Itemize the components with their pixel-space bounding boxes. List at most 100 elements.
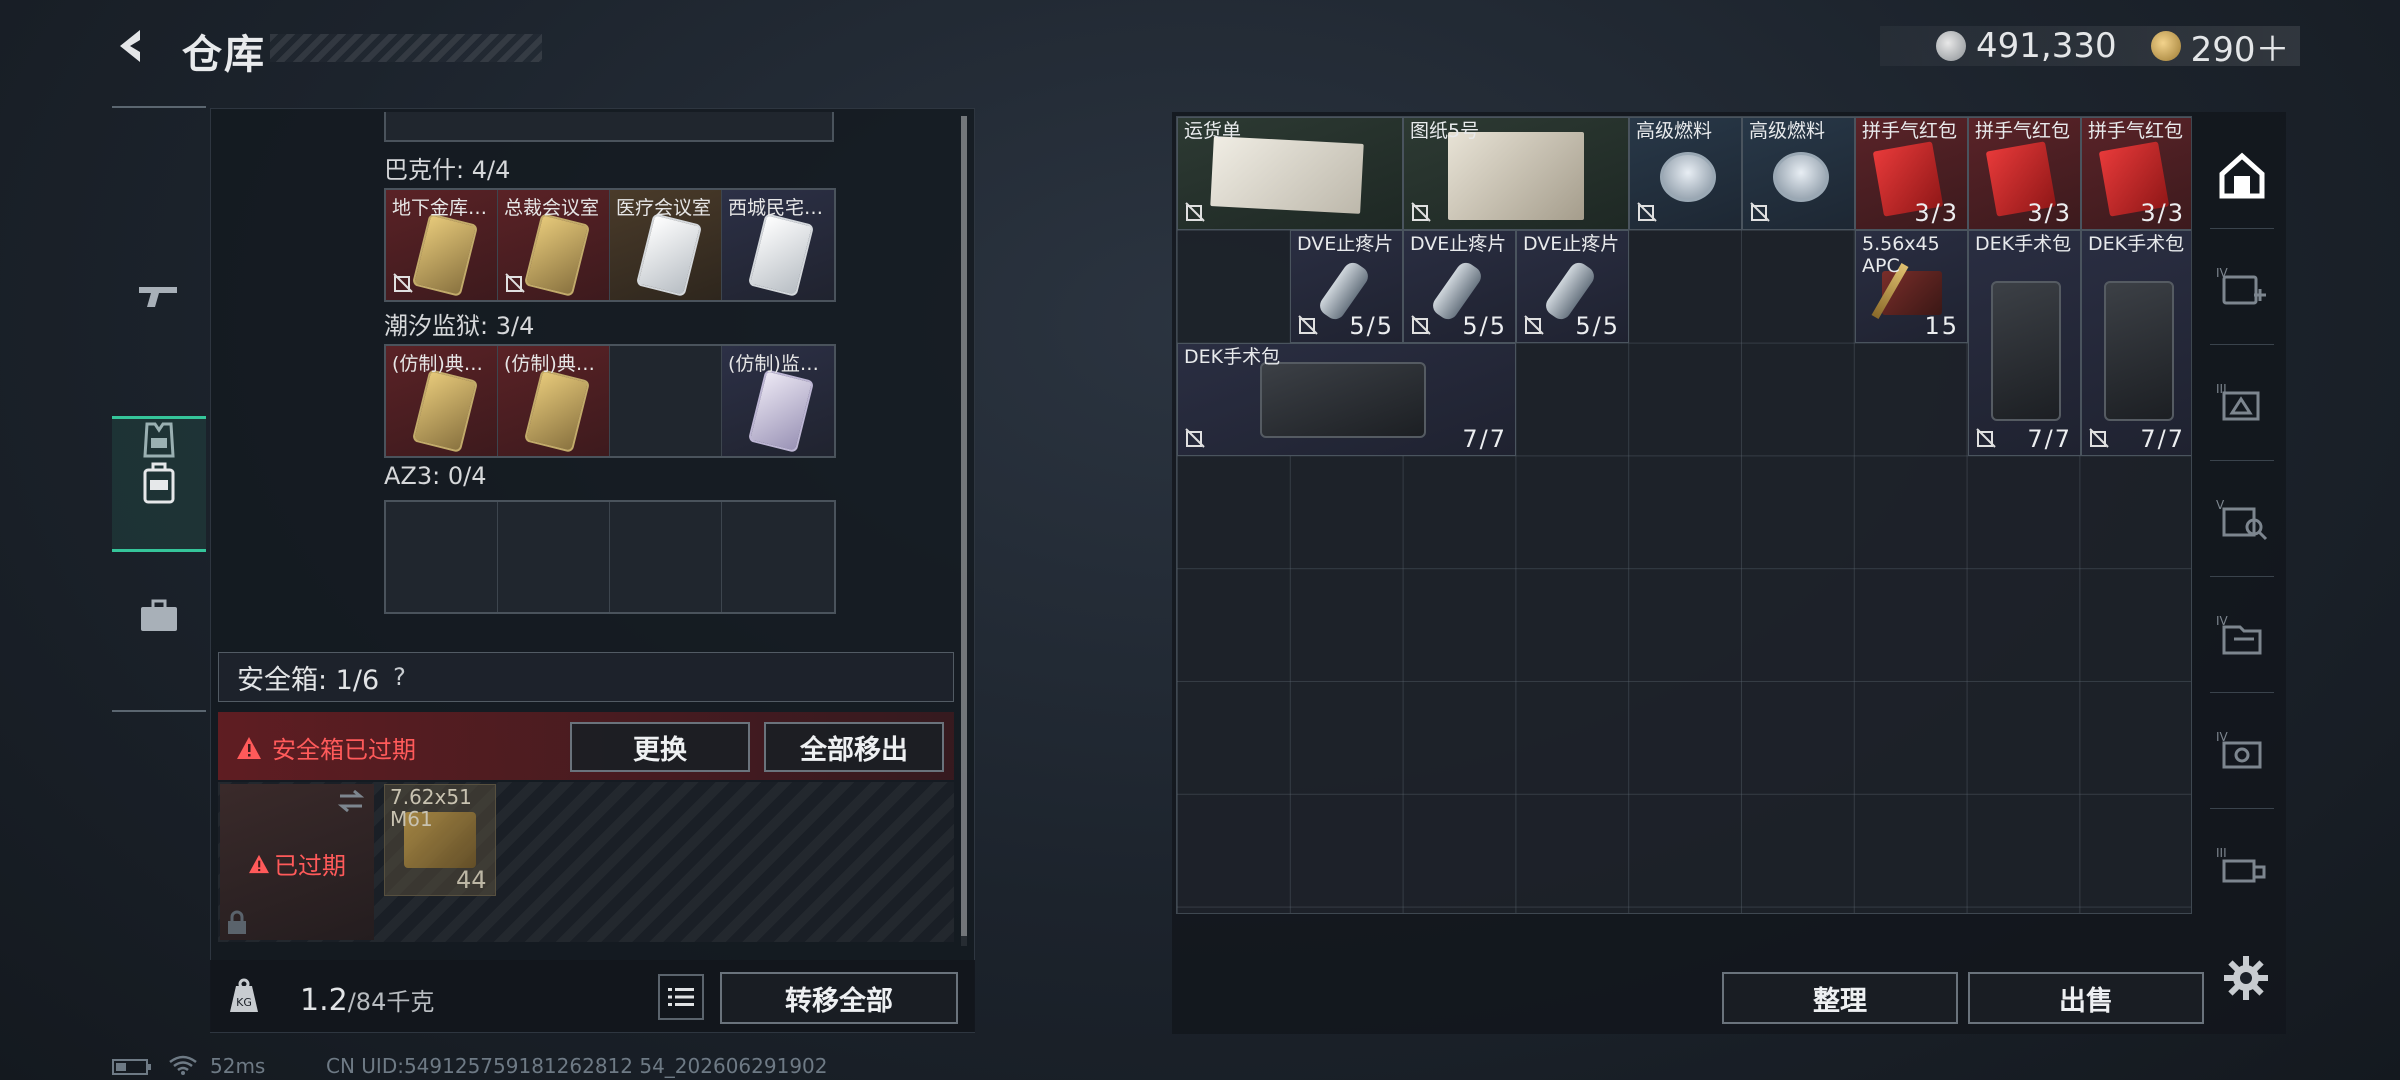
tab-divider xyxy=(2210,460,2274,461)
stash-item-painkiller[interactable]: DVE止疼片 5/5 xyxy=(1290,230,1403,343)
replace-button[interactable]: 更换 xyxy=(570,722,750,772)
stash-item-fuel[interactable]: 高级燃料 xyxy=(1742,117,1855,230)
stash-item-waybill[interactable]: 运货单 xyxy=(1177,117,1403,230)
tab-medical[interactable]: IV xyxy=(2200,238,2284,338)
scrollbar-thumb[interactable] xyxy=(961,116,967,936)
keycard-row-az3 xyxy=(384,500,836,614)
gear-icon[interactable] xyxy=(2222,954,2270,1002)
keycard-image xyxy=(747,369,815,453)
uid-readout: CN UID:549125759181262812 54_20260629190… xyxy=(326,1054,828,1078)
tab-tools[interactable]: V xyxy=(2200,470,2284,570)
stash-item-ammo[interactable]: 5.56x45 APC 15 xyxy=(1855,230,1968,343)
warning-icon xyxy=(249,854,269,873)
tier-iv-documents-icon: IV xyxy=(2216,614,2262,655)
tier-iii-electronics-icon: III xyxy=(2216,382,2260,421)
help-icon[interactable]: ? xyxy=(393,663,406,691)
keycard-slot[interactable]: 医疗会议室 xyxy=(610,190,722,300)
blueprint-image xyxy=(1448,132,1584,220)
keycard-slot[interactable]: (仿制)监… xyxy=(722,346,834,456)
tab-equipment[interactable]: IV xyxy=(2200,702,2284,802)
svg-text:KG: KG xyxy=(236,996,252,1009)
back-button[interactable] xyxy=(108,22,156,70)
stash-item-surgery-kit[interactable]: DEK手术包 7/7 xyxy=(1968,230,2081,456)
tab-cases[interactable] xyxy=(112,568,206,664)
fuel-can-image xyxy=(1660,152,1716,202)
tier-iii-materials-icon: III xyxy=(2216,846,2266,883)
warning-icon xyxy=(237,736,261,759)
arrow-left-icon xyxy=(120,30,140,62)
title-decoration xyxy=(270,34,542,62)
keycard-slot-empty[interactable] xyxy=(722,502,834,612)
keycard-slot[interactable]: (仿制)典… xyxy=(386,346,498,456)
weight-value: 1.2/84千克 xyxy=(300,983,435,1018)
stash-item-hongbao[interactable]: 拼手气红包 3/3 xyxy=(2081,117,2191,230)
tab-electronics[interactable]: III xyxy=(2200,354,2284,454)
battery-icon xyxy=(112,1059,151,1075)
keycard-image xyxy=(635,213,703,297)
gold-amount[interactable]: 290＋ xyxy=(2191,22,2290,71)
keycard-slot[interactable]: 地下金库… xyxy=(386,190,498,300)
stash-item-painkiller[interactable]: DVE止疼片 5/5 xyxy=(1516,230,1629,343)
keycard-image xyxy=(411,369,479,453)
keycard-slot[interactable]: 西城民宅… xyxy=(722,190,834,300)
swap-icon[interactable] xyxy=(336,790,366,812)
svg-text:III: III xyxy=(2216,846,2227,860)
tab-divider xyxy=(2210,808,2274,809)
stash-grid: 运货单 图纸5号 高级燃料 高级燃料 拼手气红包 3/3 拼手气红包 3/3 拼… xyxy=(1176,116,2192,914)
partial-row xyxy=(384,112,834,142)
keycard-slot[interactable]: (仿制)典… xyxy=(498,346,610,456)
tab-documents[interactable]: IV xyxy=(2200,586,2284,686)
sort-button[interactable]: 整理 xyxy=(1722,972,1958,1024)
page-title: 仓库 xyxy=(182,32,266,78)
no-insurance-icon xyxy=(1976,428,1996,448)
keycard-slot-empty[interactable] xyxy=(498,502,610,612)
silver-amount: 491,330 xyxy=(1976,26,2117,66)
no-insurance-icon xyxy=(1637,202,1657,222)
safe-box-label: 安全箱: 1/6 xyxy=(237,664,380,696)
safe-box-warning: 安全箱已过期 xyxy=(236,730,416,765)
keycard-slot[interactable]: 总裁会议室 xyxy=(498,190,610,300)
tier-iv-equipment-icon: IV xyxy=(2216,730,2262,769)
stash-item-painkiller[interactable]: DVE止疼片 5/5 xyxy=(1403,230,1516,343)
briefcase-icon xyxy=(141,599,177,631)
keycard-slot-empty[interactable] xyxy=(610,502,722,612)
move-all-out-button[interactable]: 全部移出 xyxy=(764,722,944,772)
expired-badge: 已过期 xyxy=(248,846,346,881)
gun-icon xyxy=(139,287,177,307)
list-view-button[interactable] xyxy=(658,974,704,1020)
keycard-row-chaoxi: (仿制)典… (仿制)典… (仿制)监… xyxy=(384,344,836,458)
keycard-group-bakeshi-label: 巴克什: 4/4 xyxy=(384,156,511,184)
surgery-kit-image xyxy=(2104,281,2174,421)
tab-materials[interactable]: III xyxy=(2200,818,2284,918)
stash-item-hongbao[interactable]: 拼手气红包 3/3 xyxy=(1855,117,1968,230)
no-insurance-icon xyxy=(1750,202,1770,222)
stash-item-fuel[interactable]: 高级燃料 xyxy=(1629,117,1742,230)
gold-coin-icon xyxy=(2150,31,2181,61)
tab-divider xyxy=(2210,576,2274,577)
tab-backpack[interactable] xyxy=(112,416,206,552)
keycard-image xyxy=(523,369,591,453)
no-insurance-icon xyxy=(393,273,413,293)
stash-item-hongbao[interactable]: 拼手气红包 3/3 xyxy=(1968,117,2081,230)
safe-box-header: 安全箱: 1/6 ? xyxy=(218,652,954,702)
stash-item-blueprint[interactable]: 图纸5号 xyxy=(1403,117,1629,230)
no-insurance-icon xyxy=(1524,315,1544,335)
tab-divider xyxy=(2210,344,2274,345)
list-icon xyxy=(668,988,694,1006)
keycard-slot-empty[interactable] xyxy=(386,502,498,612)
stash-item-surgery-kit[interactable]: DEK手术包 7/7 xyxy=(2081,230,2191,456)
no-insurance-icon xyxy=(505,273,525,293)
no-insurance-icon xyxy=(1185,202,1205,222)
home-icon xyxy=(2219,152,2265,199)
no-insurance-icon xyxy=(1185,428,1205,448)
tab-all[interactable] xyxy=(2200,126,2284,226)
no-insurance-icon xyxy=(1298,315,1318,335)
stash-item-surgery-kit[interactable]: DEK手术包 7/7 xyxy=(1177,343,1516,456)
tab-weapons[interactable] xyxy=(112,248,206,344)
transfer-all-button[interactable]: 转移全部 xyxy=(720,972,958,1024)
keycard-slot-empty[interactable] xyxy=(610,346,722,456)
stash-category-tabs: IV III V IV IV III xyxy=(2200,118,2284,928)
no-insurance-icon xyxy=(2089,428,2109,448)
sell-button[interactable]: 出售 xyxy=(1968,972,2204,1024)
wifi-icon xyxy=(169,1055,197,1075)
